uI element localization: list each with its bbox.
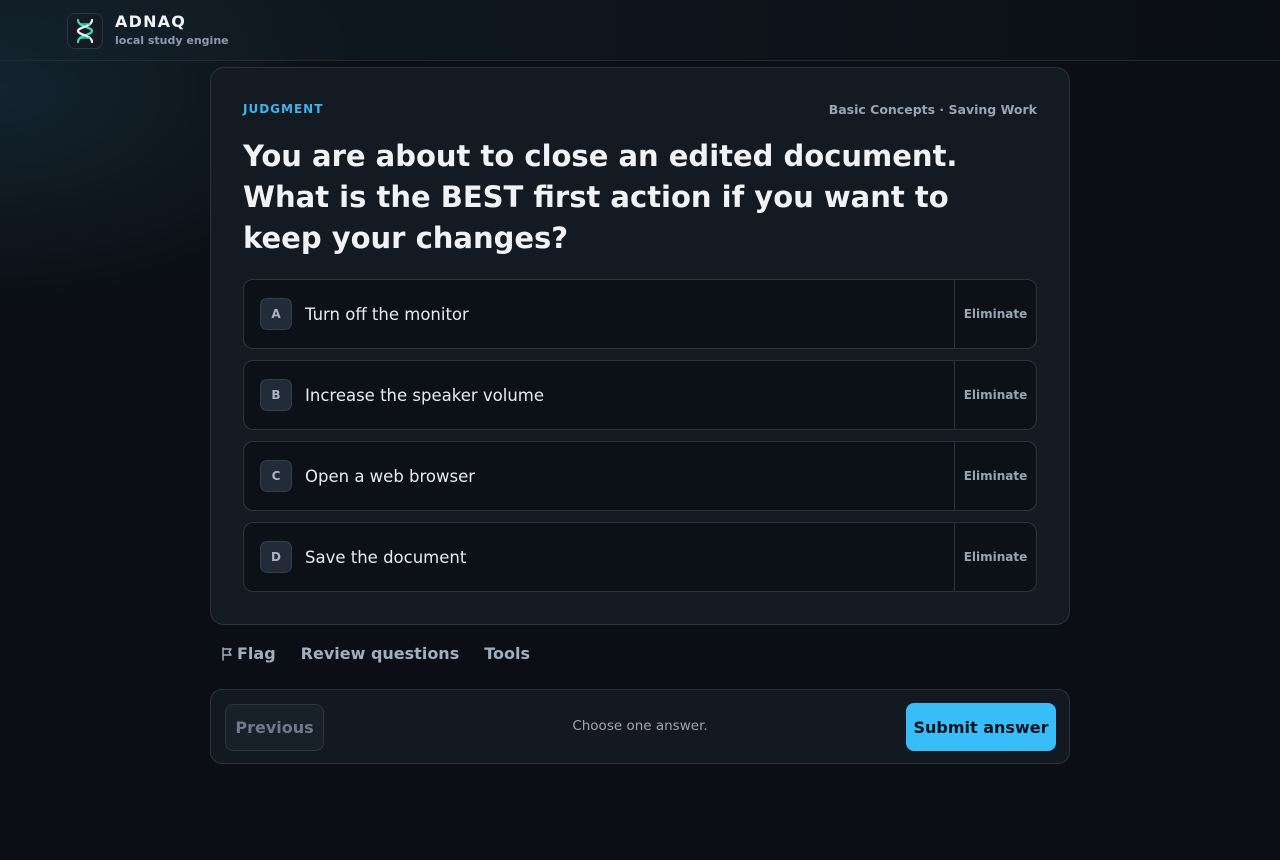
dna-helix-icon (67, 12, 103, 49)
submit-answer-button[interactable]: Submit answer (906, 703, 1056, 751)
answer-choice-c: C Open a web browser Eliminate (243, 441, 1037, 511)
answer-choice-a: A Turn off the monitor Eliminate (243, 279, 1037, 349)
eliminate-button-a[interactable]: Eliminate (954, 280, 1036, 348)
choice-select-b[interactable]: B Increase the speaker volume (244, 361, 954, 429)
answer-choice-d: D Save the document Eliminate (243, 522, 1037, 592)
top-bar: ADNAQ local study engine (0, 0, 1280, 61)
question-topic: Basic Concepts · Saving Work (828, 102, 1037, 117)
answer-choice-b: B Increase the speaker volume Eliminate (243, 360, 1037, 430)
choice-text: Open a web browser (305, 466, 476, 486)
tools-button[interactable]: Tools (484, 644, 530, 663)
navigation-footer: Previous Choose one answer. Submit answe… (210, 689, 1070, 764)
choice-text: Turn off the monitor (305, 304, 469, 324)
eliminate-button-c[interactable]: Eliminate (954, 442, 1036, 510)
choice-letter: B (260, 379, 292, 411)
choice-letter: D (260, 541, 292, 573)
brand-name: ADNAQ (115, 12, 187, 31)
choice-text: Increase the speaker volume (305, 385, 545, 405)
choice-text: Save the document (305, 547, 467, 567)
choice-select-a[interactable]: A Turn off the monitor (244, 280, 954, 348)
choice-letter: C (260, 460, 292, 492)
choice-select-c[interactable]: C Open a web browser (244, 442, 954, 510)
question-actions: Flag Review questions Tools (221, 644, 555, 663)
choice-letter: A (260, 298, 292, 330)
brand[interactable]: ADNAQ local study engine (67, 12, 229, 49)
answer-choices: A Turn off the monitor Eliminate B Incre… (243, 279, 1037, 603)
review-questions-button[interactable]: Review questions (301, 644, 460, 663)
choice-select-d[interactable]: D Save the document (244, 523, 954, 591)
brand-tagline: local study engine (115, 34, 229, 47)
question-kind-label: JUDGMENT (243, 102, 324, 116)
flag-label: Flag (237, 644, 276, 663)
question-text: You are about to close an edited documen… (243, 139, 958, 255)
flag-icon (221, 646, 233, 661)
eliminate-button-b[interactable]: Eliminate (954, 361, 1036, 429)
flag-button[interactable]: Flag (221, 644, 276, 663)
question-card: JUDGMENT Basic Concepts · Saving Work Yo… (210, 67, 1070, 625)
eliminate-button-d[interactable]: Eliminate (954, 523, 1036, 591)
